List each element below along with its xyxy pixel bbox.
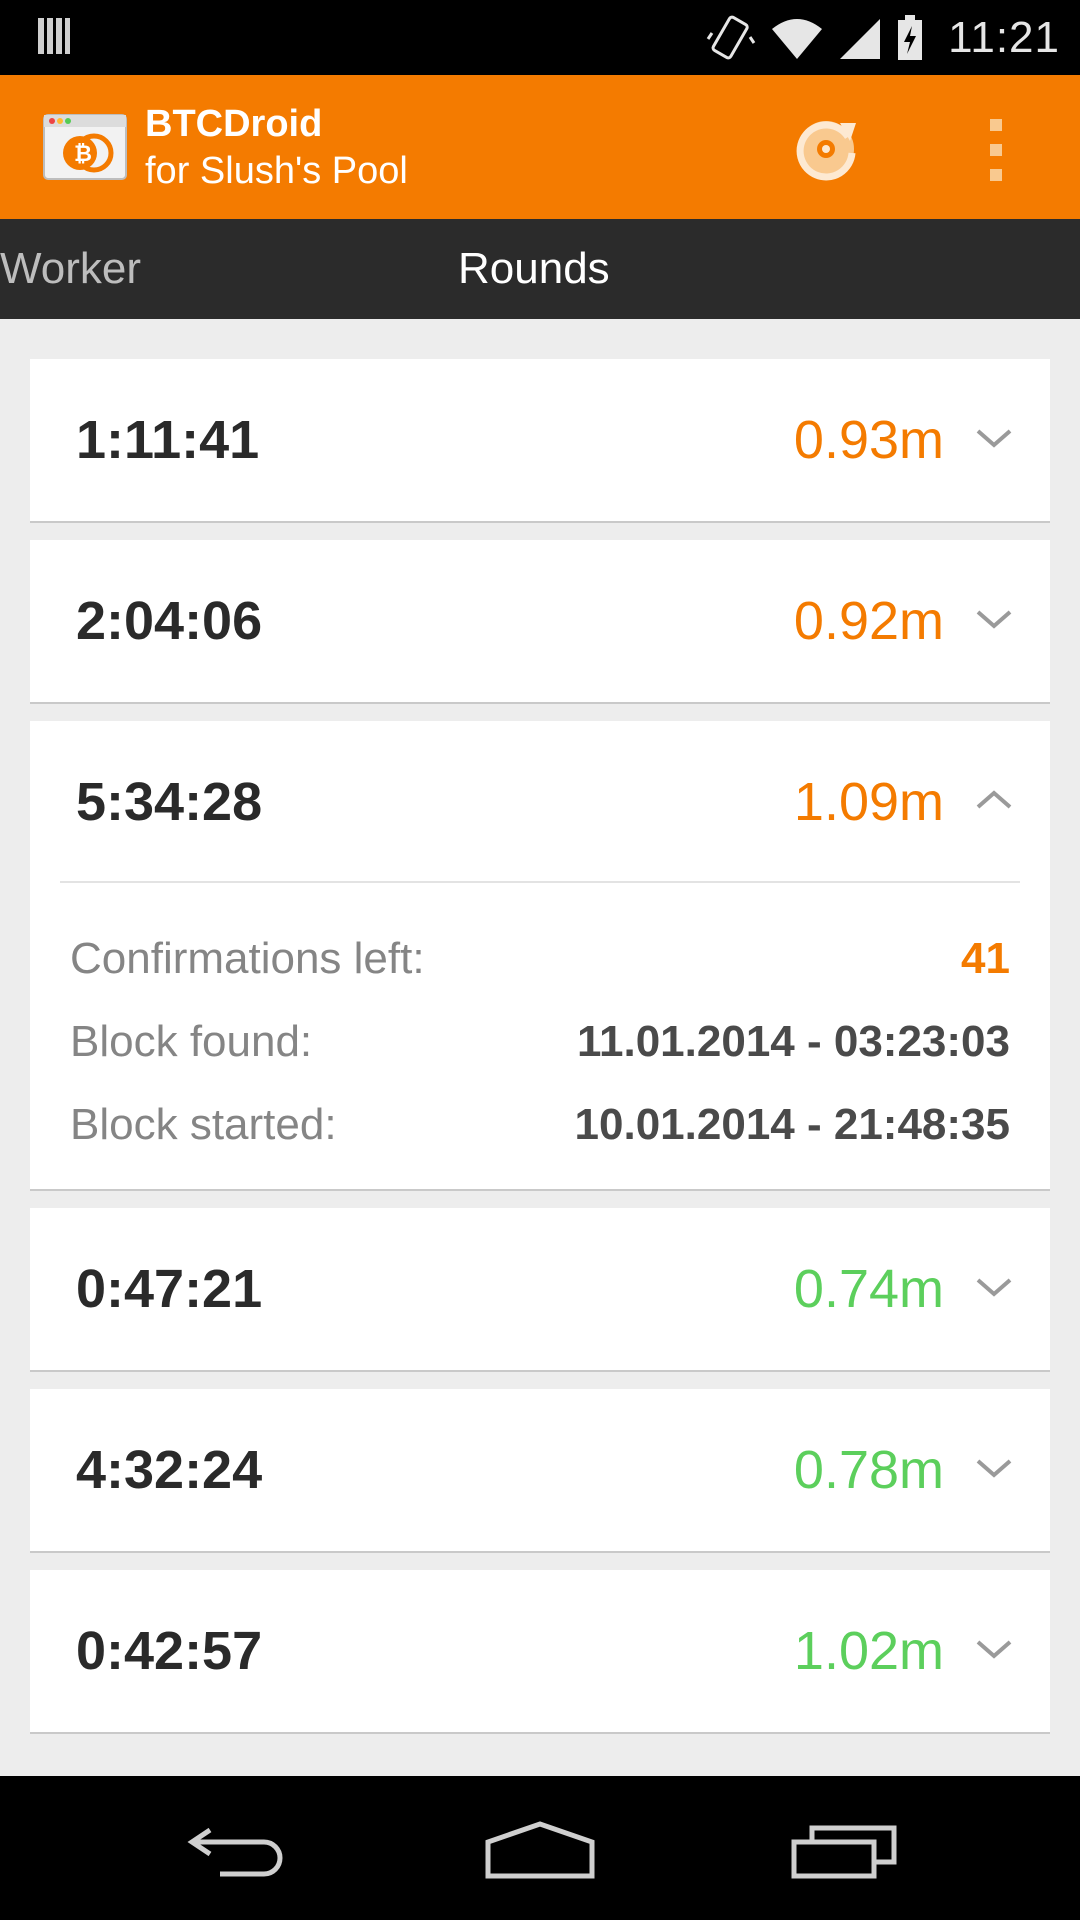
cell-signal-icon [840,18,881,59]
round-value: 1.09m [793,772,944,832]
confirmations-value: 41 [961,934,1010,983]
detail-row-block-started: Block started: 10.01.2014 - 21:48:35 [70,1095,1010,1155]
app-subtitle: for Slush's Pool [145,150,408,192]
round-card[interactable]: 0:42:57 1.02m [30,1570,1050,1734]
round-duration: 2:04:06 [76,591,263,651]
chevron-down-icon[interactable] [974,1634,1014,1664]
chevron-down-icon[interactable] [974,423,1014,453]
round-value: 0.78m [793,1440,944,1500]
status-time: 11:21 [948,12,1060,62]
round-card[interactable]: 1:11:41 0.93m [30,359,1050,523]
round-duration: 5:34:28 [76,772,263,832]
divider [60,881,1020,883]
tab-bar: Worker Rounds [0,219,1080,319]
chevron-down-icon[interactable] [974,1453,1014,1483]
svg-text:₿: ₿ [74,142,92,167]
chevron-up-icon[interactable] [974,785,1014,815]
block-found-value: 11.01.2014 - 03:23:03 [576,1017,1010,1066]
chevron-down-icon[interactable] [974,604,1014,634]
back-icon[interactable] [180,1820,300,1880]
vibrate-icon [706,15,756,59]
round-card[interactable]: 4:32:24 0.78m [30,1389,1050,1553]
overflow-menu-icon[interactable] [976,115,1016,185]
tab-rounds[interactable]: Rounds [458,219,610,319]
tab-worker[interactable]: Worker [0,219,141,319]
battery-charging-icon [898,14,923,60]
round-value: 0.93m [793,410,944,470]
detail-row-block-found: Block found: 11.01.2014 - 03:23:03 [70,1012,1010,1072]
notification-icon [38,18,70,54]
round-duration: 0:47:21 [76,1259,263,1319]
round-card[interactable]: 0:47:21 0.74m [30,1208,1050,1372]
block-found-label: Block found: [70,1017,313,1066]
app-title: BTCDroid [145,103,323,145]
status-bar: 11:21 [0,0,1080,75]
wifi-icon [772,18,823,59]
round-duration: 0:42:57 [76,1621,263,1681]
refresh-icon[interactable] [788,109,864,185]
chevron-down-icon[interactable] [974,1272,1014,1302]
round-card[interactable]: 2:04:06 0.92m [30,540,1050,704]
round-card-expanded[interactable]: 5:34:28 1.09m Confirmations left: 41 Blo… [30,721,1050,1191]
round-value: 0.74m [793,1259,944,1319]
home-icon[interactable] [480,1820,600,1880]
app-logo-icon: ₿ [43,114,127,180]
navigation-bar [0,1776,1080,1920]
block-started-value: 10.01.2014 - 21:48:35 [574,1100,1010,1149]
recent-apps-icon[interactable] [784,1820,904,1880]
round-duration: 1:11:41 [76,410,260,470]
round-value: 0.92m [793,591,944,651]
round-value: 1.02m [793,1621,944,1681]
block-started-label: Block started: [70,1100,337,1149]
round-duration: 4:32:24 [76,1440,263,1500]
detail-row-confirmations: Confirmations left: 41 [70,929,1010,989]
action-bar: ₿ BTCDroid for Slush's Pool [0,75,1080,219]
confirmations-label: Confirmations left: [70,934,425,983]
